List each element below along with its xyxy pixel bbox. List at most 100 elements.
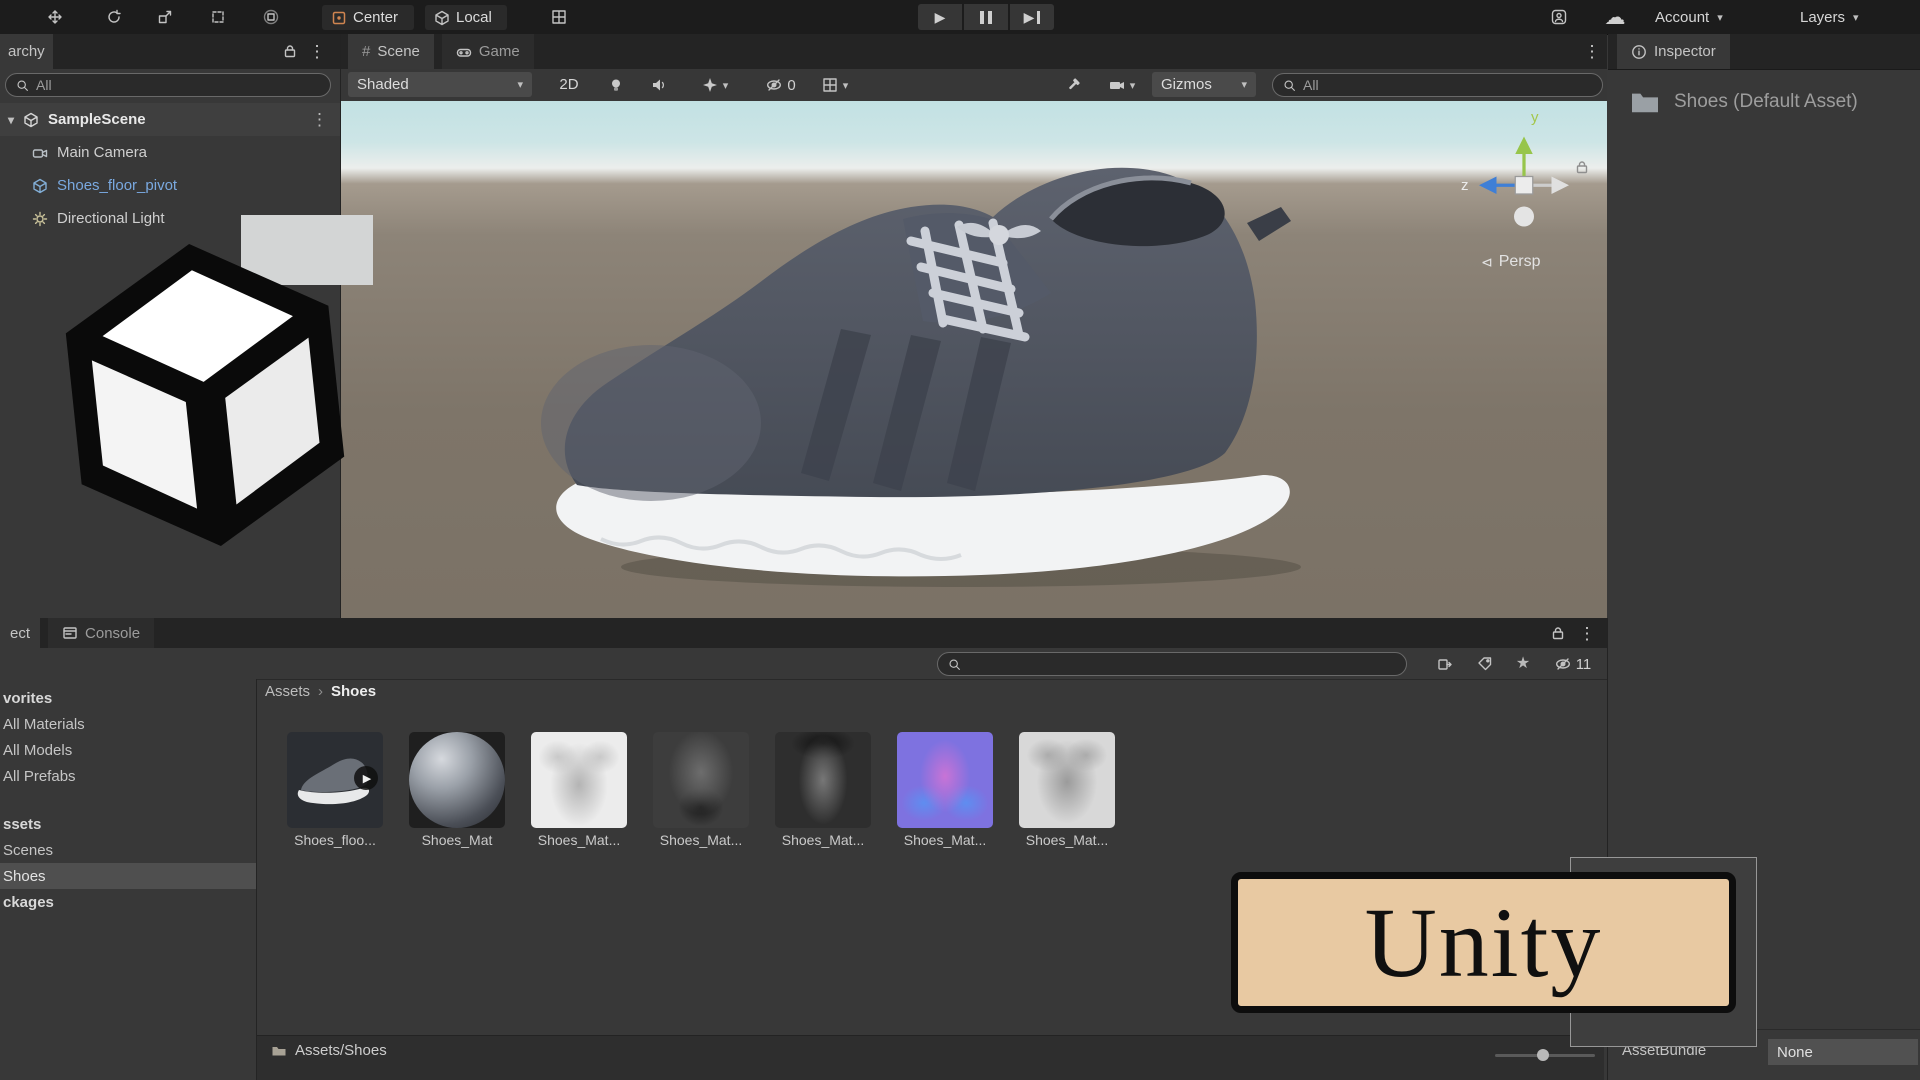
breadcrumb-current[interactable]: Shoes xyxy=(331,683,376,700)
hierarchy-item-shoes-floor-pivot[interactable]: Shoes_floor_pivot xyxy=(0,169,340,202)
shoe-model[interactable] xyxy=(491,123,1421,593)
camera-settings-dropdown[interactable]: ▾ xyxy=(1100,75,1144,95)
rect-tool-icon[interactable] xyxy=(204,8,232,26)
scene-name-label: SampleScene xyxy=(48,111,146,128)
tab-console[interactable]: Console xyxy=(48,618,155,648)
lock-icon[interactable] xyxy=(1548,625,1568,641)
cloud-icon[interactable]: ☁ xyxy=(1598,4,1632,30)
packages-visibility-icon[interactable] xyxy=(1432,654,1458,674)
hierarchy-item-main-camera[interactable]: Main Camera xyxy=(0,136,340,169)
layers-label: Layers xyxy=(1800,8,1846,26)
slider-knob[interactable] xyxy=(1537,1049,1549,1061)
asset-label: Shoes_Mat... xyxy=(537,832,621,848)
pivot-center-button[interactable]: Center xyxy=(322,5,414,30)
move-tool-icon[interactable] xyxy=(41,8,69,26)
sidebar-item-all-models[interactable]: All Models xyxy=(0,737,256,763)
scene-viewport[interactable]: y z ⊲ Persp xyxy=(341,101,1607,618)
favorites-star-icon[interactable]: ★ xyxy=(1510,652,1536,674)
pivot-center-icon xyxy=(332,11,346,24)
asset-thumbnail[interactable] xyxy=(653,732,749,828)
project-toolbar: ★ 11 xyxy=(0,648,1607,680)
audio-toggle-icon[interactable] xyxy=(646,75,672,95)
scene-orientation-gizmo[interactable] xyxy=(1469,129,1589,234)
thumbnail-size-slider[interactable] xyxy=(1495,1049,1595,1061)
editor-tools-icon[interactable] xyxy=(1060,75,1086,95)
asset-thumbnail[interactable] xyxy=(897,732,993,828)
sidebar-item-all-prefabs[interactable]: All Prefabs xyxy=(0,763,256,789)
scale-tool-icon[interactable] xyxy=(151,8,179,26)
breadcrumb-root[interactable]: Assets xyxy=(265,683,310,700)
asset-item[interactable]: Shoes_Mat... xyxy=(641,732,761,862)
grid-visibility-dropdown[interactable]: ▾ xyxy=(809,75,861,95)
sidebar-item-assets[interactable]: ssets xyxy=(0,811,256,837)
shading-mode-dropdown[interactable]: Shaded ▾ xyxy=(348,72,532,97)
lock-icon[interactable] xyxy=(280,43,300,59)
viewport-lock-icon[interactable] xyxy=(1574,159,1590,175)
asset-thumbnail[interactable]: ▶ xyxy=(287,732,383,828)
project-sidebar: vorites All Materials All Models All Pre… xyxy=(0,679,257,1080)
hidden-objects-toggle[interactable]: 0 xyxy=(758,75,804,95)
asset-item[interactable]: ▶ Shoes_floo... xyxy=(275,732,395,862)
tab-scene[interactable]: # Scene xyxy=(348,34,434,69)
tab-scene-label: Scene xyxy=(377,43,420,60)
tab-console-label: Console xyxy=(85,624,141,642)
lighting-toggle-icon[interactable] xyxy=(603,75,629,95)
gizmos-dropdown[interactable]: Gizmos ▾ xyxy=(1152,72,1256,97)
hierarchy-search-input[interactable]: All xyxy=(5,73,331,97)
asset-item[interactable]: Shoes_Mat... xyxy=(519,732,639,862)
pause-button[interactable] xyxy=(964,4,1008,30)
asset-thumbnail[interactable] xyxy=(409,732,505,828)
chevron-down-icon: ▾ xyxy=(1241,79,1247,91)
gamepad-icon xyxy=(456,48,472,57)
asset-item[interactable]: Shoes_Mat xyxy=(397,732,517,862)
step-button[interactable]: ▶ xyxy=(1010,4,1054,30)
unity-logo-cube xyxy=(65,244,345,546)
asset-label: Shoes_floo... xyxy=(294,832,376,848)
sidebar-item-scenes[interactable]: Scenes xyxy=(0,837,256,863)
kebab-menu-icon[interactable]: ⋮ xyxy=(1583,42,1601,60)
sidebar-item-packages[interactable]: ckages xyxy=(0,889,256,915)
effects-dropdown[interactable]: ▾ xyxy=(689,75,741,95)
axis-z-label: z xyxy=(1461,177,1469,194)
tab-game[interactable]: Game xyxy=(441,34,534,69)
asset-item[interactable]: Shoes_Mat... xyxy=(763,732,883,862)
grid-snapping-icon[interactable] xyxy=(545,8,573,26)
asset-thumbnail[interactable] xyxy=(1019,732,1115,828)
shading-mode-label: Shaded xyxy=(357,76,409,93)
kebab-menu-icon[interactable]: ⋮ xyxy=(311,111,328,128)
sidebar-label: ckages xyxy=(3,893,54,911)
console-icon xyxy=(63,627,77,639)
foldout-arrow-icon[interactable]: ▾ xyxy=(8,113,14,127)
label-tag-icon[interactable] xyxy=(1472,654,1498,674)
kebab-menu-icon[interactable]: ⋮ xyxy=(308,42,326,60)
asset-item[interactable]: Shoes_Mat... xyxy=(885,732,1005,862)
unity-banner: Unity xyxy=(1231,872,1736,1013)
account-dropdown[interactable]: Account ▾ xyxy=(1655,4,1723,30)
2d-toggle[interactable]: 2D xyxy=(550,72,588,97)
tab-project[interactable]: ect xyxy=(0,618,41,648)
rotate-tool-icon[interactable] xyxy=(100,8,128,26)
scene-header-row[interactable]: ▾ SampleScene ⋮ xyxy=(0,103,340,136)
orientation-local-button[interactable]: Local xyxy=(425,5,507,30)
asset-thumbnail[interactable] xyxy=(775,732,871,828)
sidebar-label: ssets xyxy=(3,815,42,833)
collab-icon[interactable] xyxy=(1545,6,1573,28)
sidebar-item-shoes[interactable]: Shoes xyxy=(0,863,256,889)
project-search-input[interactable] xyxy=(937,652,1407,676)
sidebar-item-all-materials[interactable]: All Materials xyxy=(0,711,256,737)
transform-tool-icon[interactable] xyxy=(257,8,285,26)
asset-item[interactable]: Shoes_Mat... xyxy=(1007,732,1127,862)
layers-dropdown[interactable]: Layers ▾ xyxy=(1800,4,1859,30)
tab-hierarchy[interactable]: archy xyxy=(0,34,53,69)
sidebar-item-favorites[interactable]: vorites xyxy=(0,685,256,711)
scene-search-input[interactable]: All xyxy=(1272,73,1603,97)
play-preview-icon[interactable]: ▶ xyxy=(354,766,378,790)
hidden-count-toggle[interactable]: 11 xyxy=(1548,654,1598,674)
projection-toggle[interactable]: ⊲ Persp xyxy=(1481,253,1541,271)
assetbundle-dropdown[interactable]: None xyxy=(1768,1039,1918,1065)
tab-inspector[interactable]: Inspector xyxy=(1617,34,1730,69)
play-button[interactable]: ▶ xyxy=(918,4,962,30)
kebab-menu-icon[interactable]: ⋮ xyxy=(1578,624,1596,642)
asset-thumbnail[interactable] xyxy=(531,732,627,828)
chevron-down-icon: ▾ xyxy=(842,79,849,92)
